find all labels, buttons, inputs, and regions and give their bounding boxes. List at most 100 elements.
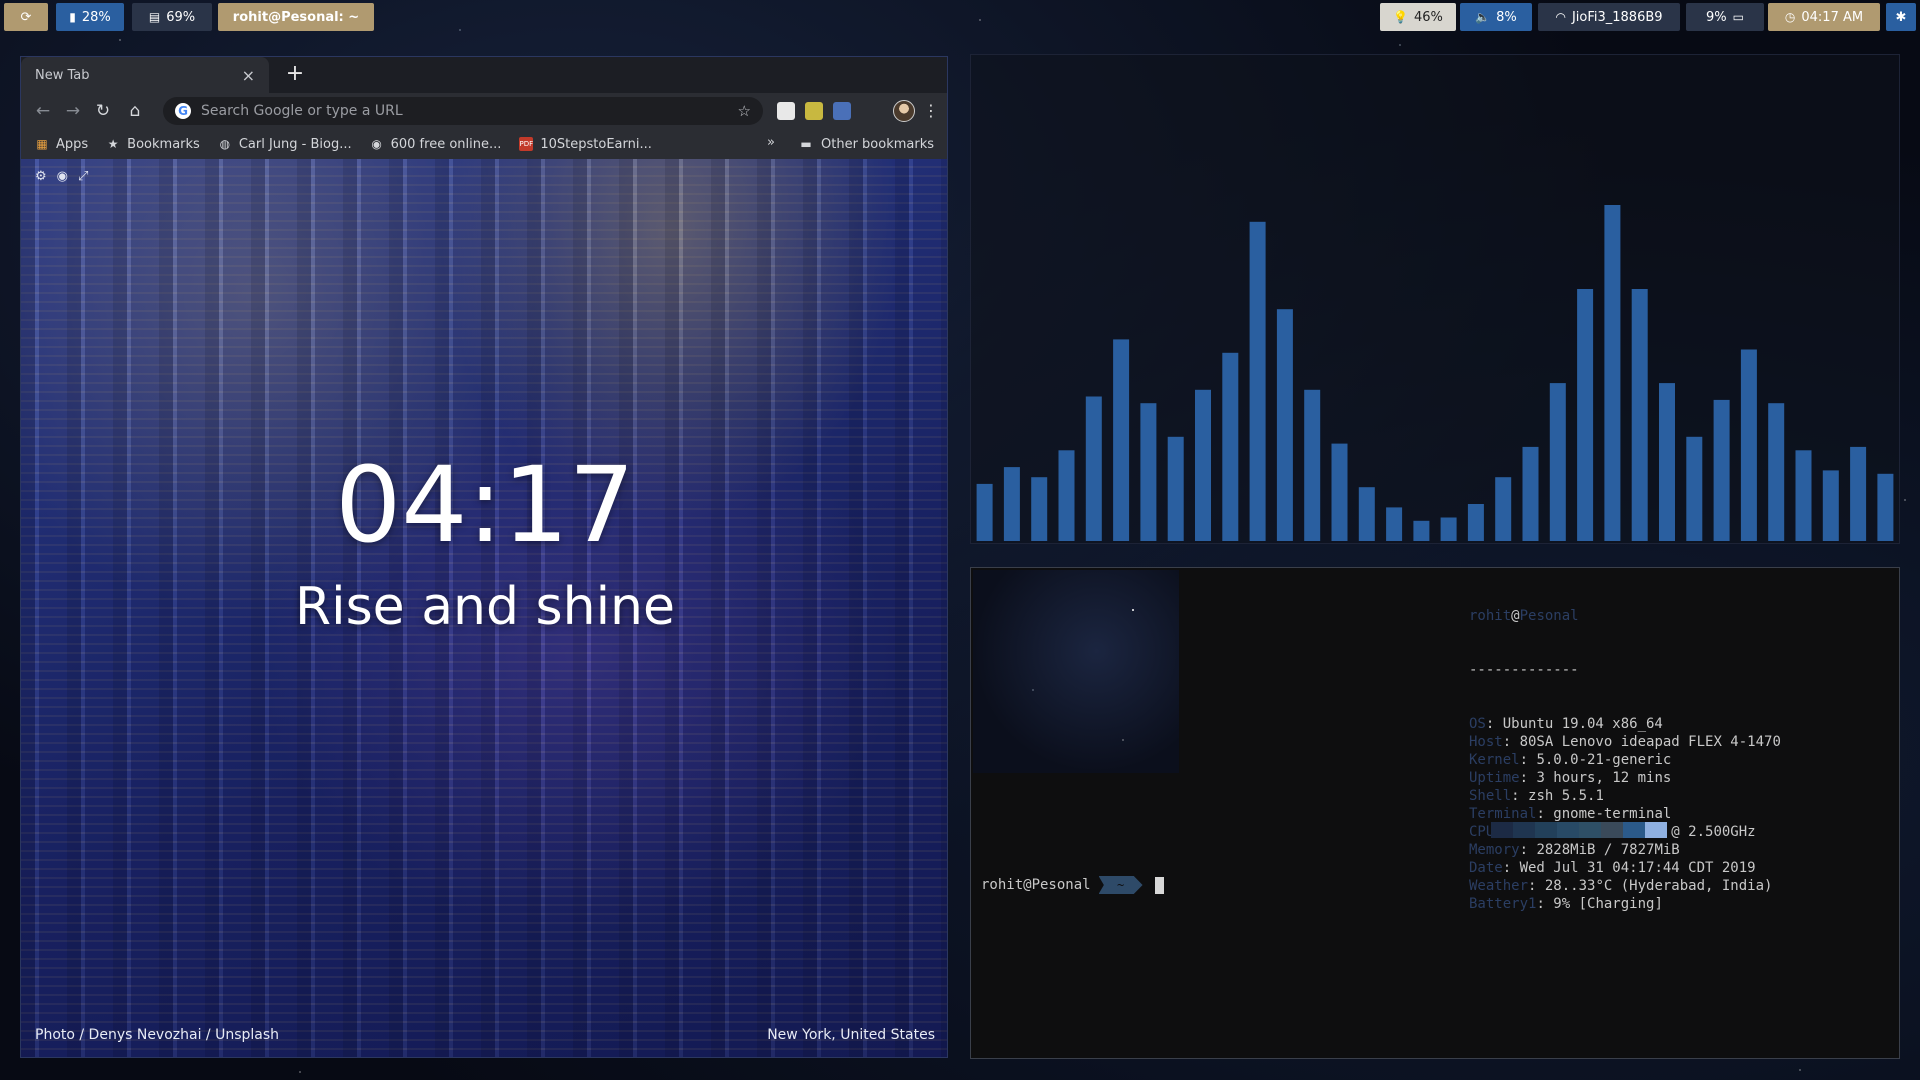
tab-new-tab[interactable]: New Tab × bbox=[21, 57, 269, 93]
visualizer-bar bbox=[1031, 477, 1048, 541]
settings-gear-icon[interactable]: ⚙ bbox=[35, 169, 47, 184]
visualizer-bar bbox=[1877, 473, 1894, 541]
eye-icon[interactable]: ◉ bbox=[57, 169, 68, 184]
color-swatch bbox=[1535, 822, 1557, 838]
forward-arrow-icon[interactable]: → bbox=[61, 99, 85, 123]
bookmark-carl-jung[interactable]: ◍ Carl Jung - Biog... bbox=[218, 137, 352, 152]
google-g-icon: G bbox=[175, 103, 191, 119]
photo-location: New York, United States bbox=[767, 1027, 935, 1043]
address-bar[interactable]: G ☆ bbox=[163, 97, 763, 125]
neofetch-title: rohit@Pesonal bbox=[1469, 608, 1579, 624]
extension-recycle-icon[interactable] bbox=[833, 102, 851, 120]
visualizer-bar bbox=[1140, 403, 1157, 541]
folder-icon: ▬ bbox=[800, 137, 812, 151]
star-icon: ★ bbox=[107, 137, 119, 151]
bookmarks-overflow-button[interactable]: » bbox=[767, 135, 775, 150]
expand-icon[interactable]: ⤢ bbox=[78, 169, 88, 184]
visualizer-bar bbox=[1304, 389, 1321, 541]
neofetch-value: gnome-terminal bbox=[1553, 806, 1672, 822]
close-icon[interactable]: × bbox=[242, 66, 255, 85]
top-status-bar: ⟳ ▮ 28% ▤ 69% rohit@Pesonal: ~ 💡 46% 🔈 8… bbox=[0, 0, 1920, 34]
neofetch-value: 3 hours, 12 mins bbox=[1536, 770, 1672, 786]
other-bookmarks-folder[interactable]: ▬ Other bookmarks bbox=[799, 129, 934, 159]
extension-photo-icon[interactable] bbox=[805, 102, 823, 120]
neofetch-key: Kernel bbox=[1469, 752, 1520, 768]
neofetch-key: Terminal bbox=[1469, 806, 1537, 822]
back-arrow-icon[interactable]: ← bbox=[31, 99, 55, 123]
ntp-greeting: Rise and shine bbox=[295, 577, 675, 637]
visualizer-bar bbox=[1795, 450, 1812, 541]
globe-icon: ◍ bbox=[219, 137, 231, 151]
shell-prompt[interactable]: rohit@Pesonal ~ bbox=[981, 876, 1164, 894]
visualizer-bar bbox=[1413, 520, 1430, 541]
clock-indicator[interactable]: ◷ 04:17 AM bbox=[1768, 3, 1880, 31]
wifi-indicator[interactable]: ◠ JioFi3_1886B9 bbox=[1538, 3, 1680, 31]
neofetch-key: OS bbox=[1469, 716, 1486, 732]
apps-grid-icon: ▦ bbox=[36, 137, 48, 151]
extension-cross-icon[interactable] bbox=[777, 102, 795, 120]
profile-avatar[interactable] bbox=[893, 100, 915, 122]
color-swatch bbox=[1623, 822, 1645, 838]
neofetch-value: 80SA Lenovo ideapad FLEX 4-1470 bbox=[1519, 734, 1781, 750]
ntp-controls: ⚙ ◉ ⤢ bbox=[35, 169, 88, 184]
battery-indicator[interactable]: 9% ▭ bbox=[1686, 3, 1764, 31]
visualizer-bar bbox=[1222, 352, 1239, 541]
reload-icon[interactable]: ↻ bbox=[91, 99, 115, 123]
bluetooth-icon: ✱ bbox=[1895, 9, 1907, 25]
color-swatch bbox=[1491, 822, 1513, 838]
visualizer-bar bbox=[1604, 205, 1621, 541]
terminal-window[interactable]: rohit@Pesonal ------------- OS: Ubuntu 1… bbox=[970, 567, 1900, 1059]
visualizer-bar bbox=[1713, 399, 1730, 541]
refresh-icon: ⟳ bbox=[20, 9, 32, 25]
visualizer-bar bbox=[976, 483, 993, 541]
visualizer-bar bbox=[1386, 507, 1403, 541]
visualizer-bar bbox=[1768, 403, 1785, 541]
color-swatch bbox=[1557, 822, 1579, 838]
neofetch-key: Battery1 bbox=[1469, 896, 1537, 912]
neofetch-value: Wed Jul 31 04:17:44 CDT 2019 bbox=[1519, 860, 1756, 876]
visualizer-bar bbox=[1850, 446, 1867, 541]
active-window-title[interactable]: rohit@Pesonal: ~ bbox=[218, 3, 374, 31]
visualizer-bar bbox=[1467, 504, 1484, 541]
neofetch-value: 5.0.0-21-generic bbox=[1536, 752, 1672, 768]
bluetooth-button[interactable]: ✱ bbox=[1886, 3, 1916, 31]
neofetch-line: Battery1: 9% [Charging] bbox=[1469, 896, 1663, 912]
bookmark-free-online[interactable]: ◉ 600 free online... bbox=[370, 137, 501, 152]
new-tab-button[interactable]: + bbox=[283, 63, 307, 87]
workspace-button[interactable]: ⟳ bbox=[4, 3, 48, 31]
ntp-clock: 04:17 bbox=[335, 444, 635, 566]
visualizer-bar bbox=[1276, 309, 1293, 541]
bookmark-10steps[interactable]: PDF 10StepstoEarni... bbox=[519, 137, 652, 152]
prompt-host: rohit@Pesonal bbox=[981, 877, 1091, 893]
bookmark-apps[interactable]: ▦ Apps bbox=[35, 137, 88, 152]
visualizer-bar bbox=[1577, 289, 1594, 541]
visualizer-bar bbox=[1822, 470, 1839, 541]
volume-indicator[interactable]: 🔈 8% bbox=[1460, 3, 1532, 31]
new-tab-page: ⚙ ◉ ⤢ 04:17 Rise and shine Photo / Denys… bbox=[21, 159, 947, 1057]
neofetch-key: Date bbox=[1469, 860, 1503, 876]
tab-strip: New Tab × + bbox=[21, 57, 947, 93]
visualizer-bar bbox=[1195, 389, 1211, 541]
neofetch-key: Shell bbox=[1469, 788, 1512, 804]
color-palette bbox=[1491, 822, 1667, 838]
omnibox-input[interactable] bbox=[201, 103, 738, 119]
visualizer-bars bbox=[976, 205, 1894, 542]
bookmark-bookmarks[interactable]: ★ Bookmarks bbox=[106, 137, 200, 152]
visualizer-bar bbox=[1659, 383, 1675, 541]
pdf-icon: PDF bbox=[519, 137, 534, 151]
home-icon[interactable]: ⌂ bbox=[123, 99, 147, 123]
visualizer-bar bbox=[1740, 349, 1757, 541]
bookmarks-bar: ▦ Apps ★ Bookmarks ◍ Carl Jung - Biog...… bbox=[21, 129, 947, 159]
brightness-indicator[interactable]: 💡 46% bbox=[1380, 3, 1456, 31]
neofetch-value: 2828MiB / 7827MiB bbox=[1536, 842, 1680, 858]
speaker-icon: 🔈 bbox=[1475, 10, 1491, 24]
photo-credit-link[interactable]: Photo / Denys Nevozhai / Unsplash bbox=[35, 1027, 279, 1043]
bookmark-star-icon[interactable]: ☆ bbox=[738, 102, 751, 120]
neofetch-key: Memory bbox=[1469, 842, 1520, 858]
memory-indicator[interactable]: ▤ 69% bbox=[132, 3, 212, 31]
visualizer-bar bbox=[1686, 436, 1703, 541]
cpu-indicator[interactable]: ▮ 28% bbox=[56, 3, 124, 31]
kebab-menu-icon[interactable]: ⋮ bbox=[921, 99, 941, 123]
color-swatch bbox=[1579, 822, 1601, 838]
neofetch-value: 9% [Charging] bbox=[1553, 896, 1663, 912]
